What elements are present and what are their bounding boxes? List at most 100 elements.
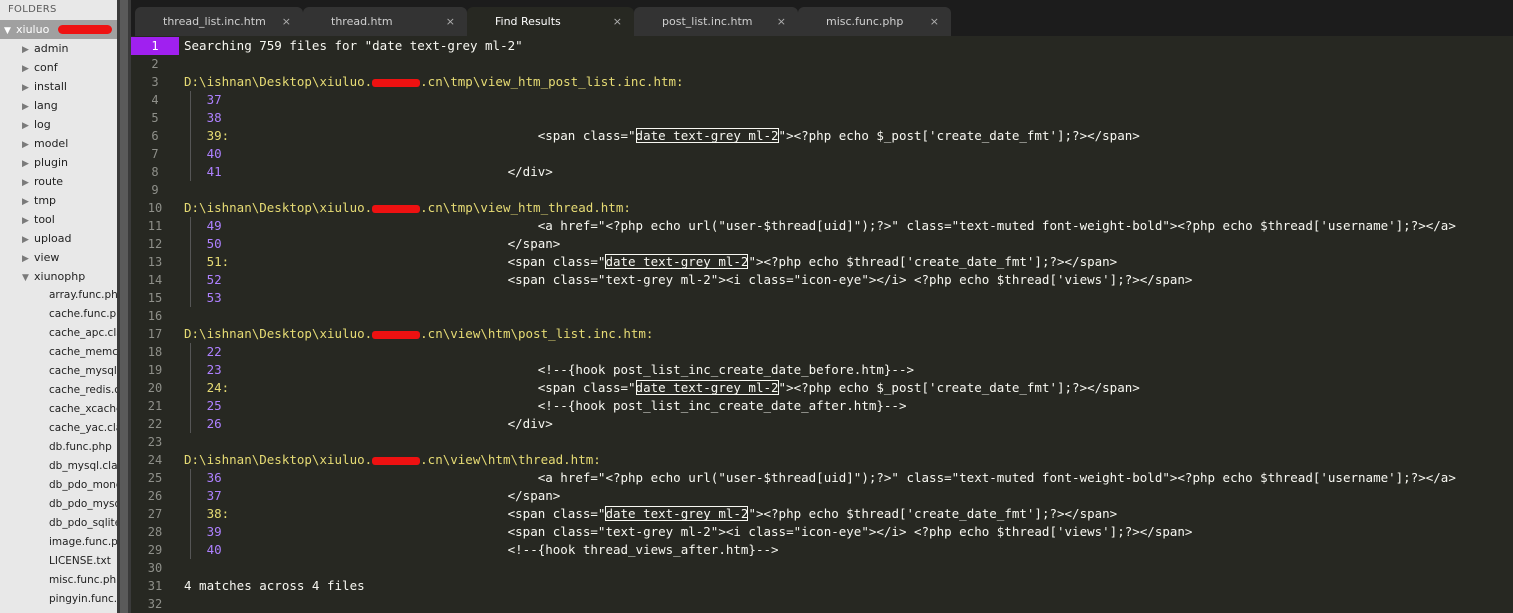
editor-line[interactable]: 19 23 <!--{hook post_list_inc_create_dat… [131,361,1513,379]
find-results-editor[interactable]: 1 Searching 759 files for "date text-grey… [131,36,1513,613]
editor-line[interactable]: 24 D:\ishnan\Desktop\xiuluo. .cn\view\htm\… [131,451,1513,469]
match-highlight: date text-grey ml-2 [605,254,749,269]
sidebar-folder-lang[interactable]: ▶ lang [0,96,117,115]
editor-line[interactable]: 28 39 <span class="text-grey ml-2"><i cl… [131,523,1513,541]
tab-find-results[interactable]: Find Results × [467,7,634,36]
tab-post-list-inc-htm[interactable]: post_list.inc.htm × [634,7,798,36]
editor-line[interactable]: 14 52 <span class="text-grey ml-2"><i cl… [131,271,1513,289]
file-label: cache_apc.class.php [49,327,117,339]
sidebar-root-folder[interactable]: ▼ xiuluo [0,20,117,39]
sidebar-file[interactable]: cache_mysql.class.php [0,362,117,381]
sidebar-file[interactable]: cache_memcache.class.php [0,343,117,362]
editor-line[interactable]: 25 36 <a href="<?php echo url("user-$thr… [131,469,1513,487]
editor-line[interactable]: 31 4 matches across 4 files [131,577,1513,595]
folder-label: install [34,80,67,93]
sidebar-file[interactable]: db_pdo_mysql.class.php [0,495,117,514]
close-icon[interactable]: × [930,7,939,36]
line-content: 25 <!--{hook post_list_inc_create_date_a… [184,397,907,415]
tab-misc-func-php[interactable]: misc.func.php × [798,7,951,36]
line-content: 37 [184,91,222,109]
editor-line[interactable]: 4 37 [131,91,1513,109]
editor-line[interactable]: 9 [131,181,1513,199]
sidebar-folder-plugin[interactable]: ▶ plugin [0,153,117,172]
editor-line[interactable]: 5 38 [131,109,1513,127]
file-label: cache_redis.class.php [49,384,117,396]
line-content: 50 </span> [184,235,561,253]
file-label: array.func.php [49,289,118,301]
sidebar-folder-view[interactable]: ▶ view [0,248,117,267]
sidebar-file[interactable]: misc.func.php [0,571,117,590]
redaction-mark [372,456,421,465]
editor-line[interactable]: 21 25 <!--{hook post_list_inc_create_dat… [131,397,1513,415]
code-text: <a href="<?php echo url("user-$thread[ui… [221,218,1456,233]
code-text: "><?php echo $_post['create_date_fmt'];?… [778,380,1140,395]
editor-line[interactable]: 17 D:\ishnan\Desktop\xiuluo. .cn\view\htm\… [131,325,1513,343]
close-icon[interactable]: × [282,7,291,36]
editor-line[interactable]: 32 [131,595,1513,613]
sidebar-file[interactable]: cache_yac.class.php [0,419,117,438]
sidebar-folder-log[interactable]: ▶ log [0,115,117,134]
editor-line[interactable]: 7 40 [131,145,1513,163]
editor-line[interactable]: 22 26 </div> [131,415,1513,433]
sidebar-file[interactable]: pingyin.func.php [0,590,117,609]
sidebar-file[interactable]: image.func.php [0,533,117,552]
editor-line[interactable]: 6 39: <span class="date text-grey ml-2">… [131,127,1513,145]
editor-line[interactable]: 30 [131,559,1513,577]
line-number: 3 [151,75,159,89]
code-text: "><?php echo $_post['create_date_fmt'];?… [778,128,1140,143]
sidebar-scrollbar[interactable] [117,0,131,613]
sidebar-folder-tmp[interactable]: ▶ tmp [0,191,117,210]
line-number: 30 [147,561,163,575]
line-content: 39 <span class="text-grey ml-2"><i class… [184,523,1193,541]
sidebar-folder-upload[interactable]: ▶ upload [0,229,117,248]
editor-line[interactable]: 11 49 <a href="<?php echo url("user-$thr… [131,217,1513,235]
tab-thread-list-inc-htm[interactable]: thread_list.inc.htm × [135,7,303,36]
editor-line[interactable]: 15 53 [131,289,1513,307]
sidebar-file[interactable]: db_mysql.class.php [0,457,117,476]
scrollbar-thumb[interactable] [120,0,128,613]
editor-line[interactable]: 16 [131,307,1513,325]
editor-line[interactable]: 23 [131,433,1513,451]
editor-line[interactable]: 26 37 </span> [131,487,1513,505]
sidebar-folder-xiunophp[interactable]: ▼ xiunophp [0,267,117,286]
editor-line[interactable]: 3 D:\ishnan\Desktop\xiuluo. .cn\tmp\view_h… [131,73,1513,91]
sidebar-file[interactable]: db_pdo_sqlite.class.php [0,514,117,533]
sidebar-file[interactable]: array.func.php [0,286,117,305]
editor-line[interactable]: 29 40 <!--{hook thread_views_after.htm}-… [131,541,1513,559]
editor-line[interactable]: 18 22 [131,343,1513,361]
line-number: 32 [147,597,163,611]
sidebar-file[interactable]: cache_redis.class.php [0,381,117,400]
editor-line[interactable]: 10 D:\ishnan\Desktop\xiuluo. .cn\tmp\view_… [131,199,1513,217]
tab-thread-htm[interactable]: thread.htm × [303,7,467,36]
sidebar-file[interactable]: cache_xcache.class.php [0,400,117,419]
code-text: <!--{hook thread_views_after.htm}--> [221,542,779,557]
match-highlight: date text-grey ml-2 [635,380,779,395]
sidebar-file[interactable]: cache.func.php [0,305,117,324]
line-content: 51: <span class="date text-grey ml-2"><?… [184,253,1117,271]
editor-line[interactable]: 20 24: <span class="date text-grey ml-2"… [131,379,1513,397]
folder-label: view [34,251,60,264]
sidebar-folder-conf[interactable]: ▶ conf [0,58,117,77]
editor-line[interactable]: 2 [131,55,1513,73]
editor-line[interactable]: 8 41 </div> [131,163,1513,181]
sidebar-folder-route[interactable]: ▶ route [0,172,117,191]
sidebar-file[interactable]: cache_apc.class.php [0,324,117,343]
line-content: 53 [184,289,222,307]
sidebar-file[interactable]: db.func.php [0,438,117,457]
sidebar-folder-admin[interactable]: ▶ admin [0,39,117,58]
editor-line[interactable]: 27 38: <span class="date text-grey ml-2"… [131,505,1513,523]
editor-line[interactable]: 12 50 </span> [131,235,1513,253]
sidebar-file[interactable]: db_pdo_mongodb.class.php [0,476,117,495]
editor-line[interactable]: 13 51: <span class="date text-grey ml-2"… [131,253,1513,271]
close-icon[interactable]: × [777,7,786,36]
editor-line[interactable]: 1 Searching 759 files for "date text-grey… [131,37,1513,55]
code-text: <span class=" [229,380,636,395]
sidebar-folder-tool[interactable]: ▶ tool [0,210,117,229]
close-icon[interactable]: × [446,7,455,36]
sidebar-file[interactable]: LICENSE.txt [0,552,117,571]
sidebar-folder-install[interactable]: ▶ install [0,77,117,96]
close-icon[interactable]: × [613,7,622,36]
file-label: cache_memcache.class.php [49,346,118,358]
sidebar-folder-model[interactable]: ▶ model [0,134,117,153]
line-number: 26 [147,489,163,503]
